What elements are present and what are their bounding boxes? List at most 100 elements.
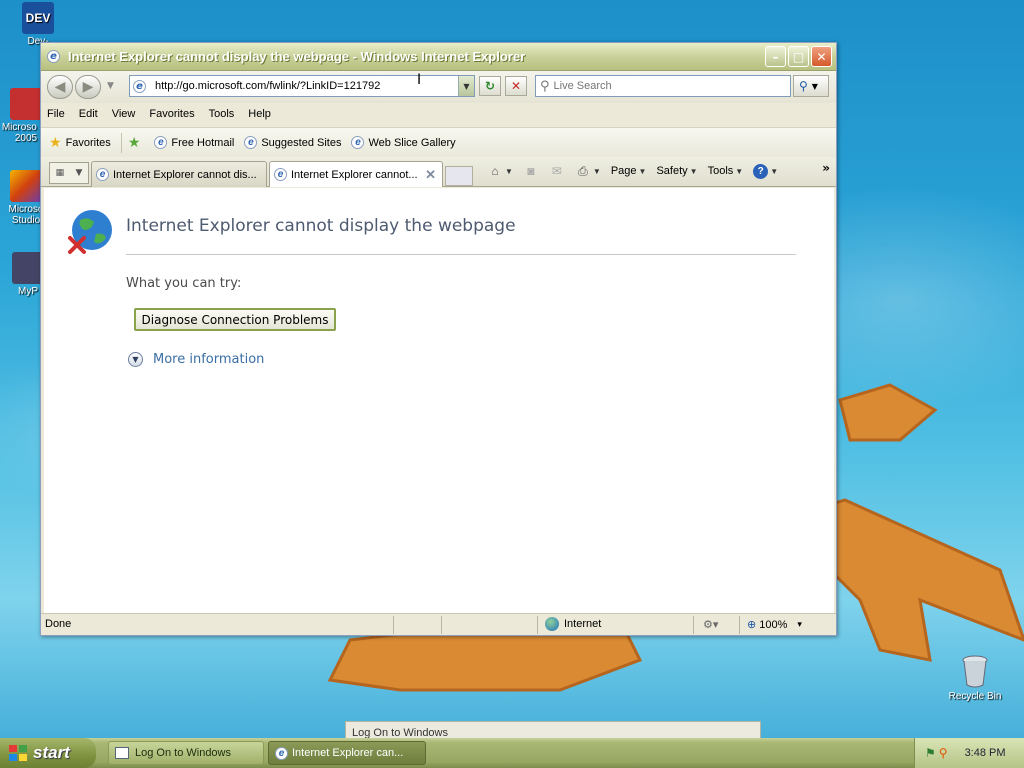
back-arrow-icon: ◀ <box>54 79 66 95</box>
maximize-button[interactable]: □ <box>788 46 809 67</box>
try-label: What you can try: <box>126 276 242 291</box>
window-icon <box>115 747 129 759</box>
tab-row: ▦ ▼ e Internet Explorer cannot dis... e … <box>41 157 836 187</box>
menu-edit[interactable]: Edit <box>79 108 98 120</box>
taskbar-item-ie[interactable]: e Internet Explorer can... <box>268 741 426 765</box>
menu-file[interactable]: File <box>47 108 65 120</box>
forward-button[interactable]: ▶ <box>75 75 101 99</box>
taskbar-item-label: Internet Explorer can... <box>292 747 404 759</box>
favorites-label: Favorites <box>65 136 111 149</box>
network-tray-icon[interactable]: ⚑ <box>925 746 936 760</box>
page-menu-button[interactable]: Page ▼ <box>611 165 647 177</box>
home-button[interactable]: ⌂ ▼ <box>487 163 513 179</box>
menu-help[interactable]: Help <box>248 108 271 120</box>
favorite-link-free-hotmail[interactable]: e Free Hotmail <box>154 136 234 149</box>
feeds-icon[interactable]: ◙ <box>523 163 539 179</box>
search-button[interactable]: ⚲ ▼ <box>793 75 829 97</box>
back-button[interactable]: ◀ <box>47 75 73 99</box>
minimize-icon: – <box>772 49 779 64</box>
tools-menu-label: Tools <box>707 165 734 177</box>
page-dropdown-icon: ▼ <box>638 167 647 176</box>
favorite-link-label: Free Hotmail <box>171 136 235 149</box>
favorites-bar: ★ Favorites ★ e Free Hotmail e Suggested… <box>41 127 836 157</box>
desktop-icon-dev[interactable]: DEV Dev- <box>8 2 68 47</box>
new-tab-button[interactable] <box>445 166 473 186</box>
more-information-label: More information <box>153 352 265 367</box>
read-mail-icon[interactable]: ✉ <box>549 163 565 179</box>
favorite-link-label: Web Slice Gallery <box>368 136 456 149</box>
address-bar[interactable]: e http://go.microsoft.com/fwlink/?LinkID… <box>129 75 475 97</box>
command-overflow-icon[interactable]: » <box>822 161 830 175</box>
recent-pages-dropdown-icon[interactable]: ▼ <box>107 81 114 91</box>
status-divider <box>739 616 740 634</box>
favorite-link-suggested-sites[interactable]: e Suggested Sites <box>244 136 341 149</box>
security-zone[interactable]: Internet <box>545 617 601 631</box>
expand-chevron-icon: ▼ <box>128 352 143 367</box>
print-dropdown-icon: ▼ <box>592 166 601 176</box>
menu-tools[interactable]: Tools <box>209 108 235 120</box>
search-options-icon: ▼ <box>811 81 818 91</box>
tab-close-icon[interactable]: ✕ <box>425 167 436 183</box>
protected-mode-icon[interactable]: ⚙▾ <box>703 618 718 631</box>
close-button[interactable]: ✕ <box>811 46 832 67</box>
ibeam-cursor-icon: I <box>417 72 422 88</box>
tab-label: Internet Explorer cannot... <box>291 168 418 181</box>
refresh-icon: ↻ <box>484 79 496 93</box>
minimize-button[interactable]: – <box>765 46 786 67</box>
tab-2-active[interactable]: e Internet Explorer cannot... ✕ <box>269 161 443 187</box>
tab-list-dropdown-icon[interactable]: ▼ <box>75 168 82 178</box>
favorites-button[interactable]: ★ Favorites <box>49 134 111 151</box>
search-box[interactable]: ⚲ <box>535 75 791 97</box>
home-icon: ⌂ <box>491 164 499 178</box>
clock[interactable]: 3:48 PM <box>965 747 1006 759</box>
address-url[interactable]: http://go.microsoft.com/fwlink/?LinkID=1… <box>155 80 380 92</box>
ie-taskbar-icon: e <box>275 746 288 760</box>
print-button[interactable]: ⎙ ▼ <box>575 163 601 179</box>
menu-favorites[interactable]: Favorites <box>149 108 194 120</box>
tab-label: Internet Explorer cannot dis... <box>113 168 257 181</box>
safety-menu-button[interactable]: Safety ▼ <box>656 165 697 177</box>
logon-window-peek[interactable]: Log On to Windows <box>345 721 761 739</box>
favorite-link-web-slice-gallery[interactable]: e Web Slice Gallery <box>351 136 456 149</box>
maximize-icon: □ <box>792 49 805 64</box>
tools-dropdown-icon: ▼ <box>735 167 744 176</box>
window-titlebar[interactable]: e Internet Explorer cannot display the w… <box>41 43 836 71</box>
ie-page-icon: e <box>154 136 168 149</box>
ie-page-icon: e <box>351 136 365 149</box>
search-tray-icon[interactable]: ⚲ <box>939 746 948 760</box>
window-controls: – □ ✕ <box>765 46 832 67</box>
stop-button[interactable]: ✕ <box>505 76 527 96</box>
diagnose-connection-button[interactable]: Diagnose Connection Problems <box>134 308 336 331</box>
more-information-link[interactable]: ▼ More information <box>128 352 264 367</box>
refresh-button[interactable]: ↻ <box>479 76 501 96</box>
favorites-star-icon: ★ <box>49 134 62 150</box>
zoom-level: 100% <box>759 618 788 631</box>
help-menu-button[interactable]: ? ▼ <box>753 163 779 179</box>
start-button[interactable]: start <box>0 738 96 768</box>
zoom-control[interactable]: ⊕ 100% ▾ <box>747 618 802 632</box>
search-go-icon: ⚲ <box>799 79 808 93</box>
safety-menu-label: Safety <box>656 165 688 177</box>
page-icon: e <box>133 79 146 93</box>
address-dropdown-icon[interactable]: ▼ <box>458 76 474 96</box>
quick-tabs-button[interactable]: ▦ ▼ <box>49 162 89 184</box>
page-menu-label: Page <box>610 165 637 177</box>
forward-arrow-icon: ▶ <box>82 79 94 95</box>
dev-app-icon: DEV <box>22 2 54 34</box>
title-divider <box>126 254 796 255</box>
status-bar: Done Internet ⚙▾ ⊕ 100% ▾ <box>41 613 836 635</box>
home-dropdown-icon: ▼ <box>505 166 513 176</box>
recycle-bin[interactable]: Recycle Bin <box>942 654 1008 702</box>
add-to-favorites-bar-button[interactable]: ★ <box>128 134 145 151</box>
taskbar-item-logon[interactable]: Log On to Windows <box>108 741 264 765</box>
tab-page-icon: e <box>96 168 109 181</box>
search-input[interactable] <box>553 80 774 92</box>
command-bar: ⌂ ▼ ◙ ✉ ⎙ ▼ Page ▼ Safety ▼ Tools ▼ ? ▼ <box>487 163 778 179</box>
help-dropdown-icon: ▼ <box>770 166 779 176</box>
studio-app-icon <box>10 170 42 202</box>
tab-1[interactable]: e Internet Explorer cannot dis... <box>91 161 267 187</box>
menu-view[interactable]: View <box>112 108 136 120</box>
tools-menu-button[interactable]: Tools ▼ <box>708 165 744 177</box>
ie-logo-icon: e <box>47 50 60 63</box>
windows-logo-icon <box>9 745 27 761</box>
